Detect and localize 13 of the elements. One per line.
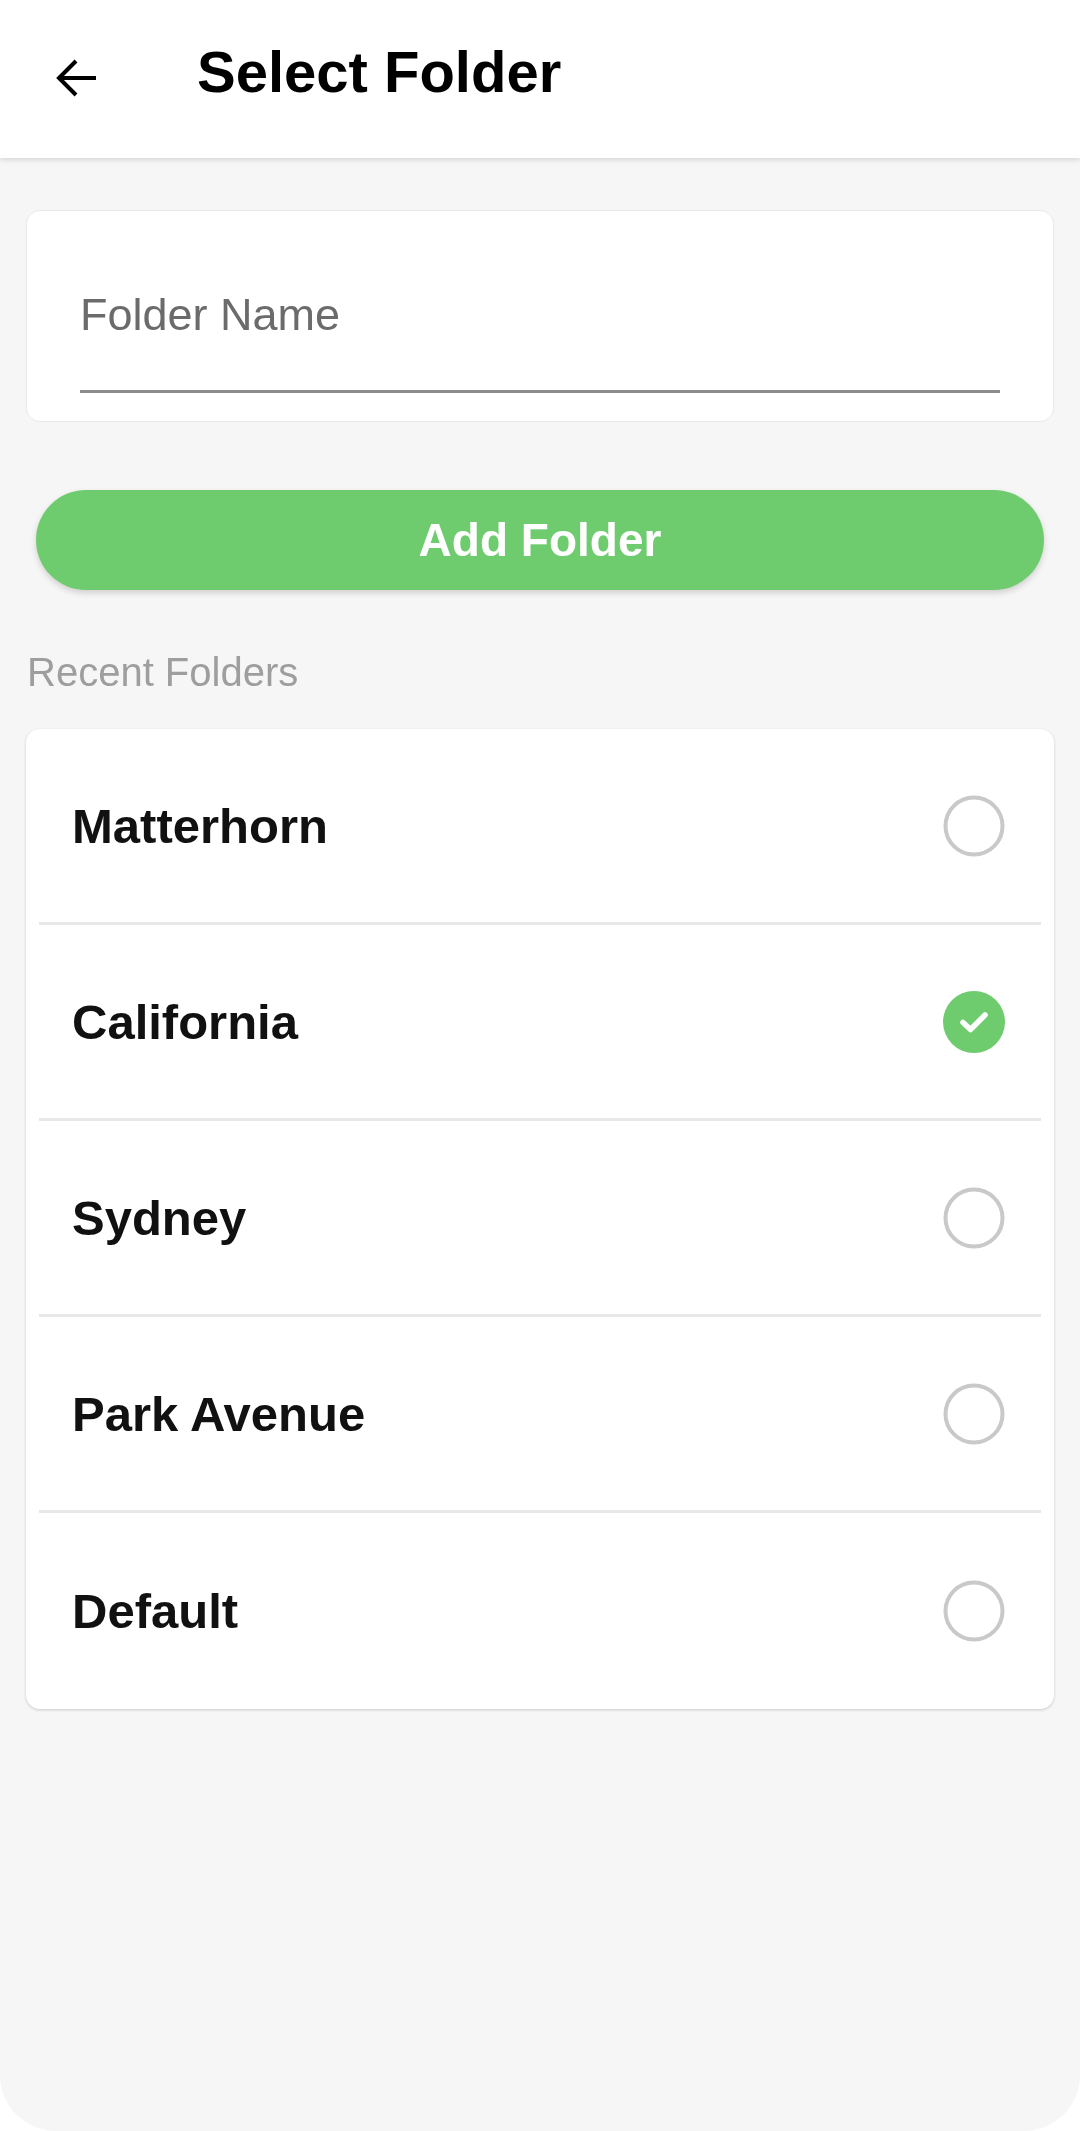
radio-empty-icon[interactable] bbox=[943, 1186, 1005, 1249]
radio-checked-icon[interactable] bbox=[943, 990, 1005, 1053]
radio-empty-icon[interactable] bbox=[943, 1382, 1005, 1445]
folder-name-field[interactable]: Folder Name bbox=[26, 210, 1054, 422]
folder-list-item[interactable]: Default bbox=[39, 1513, 1041, 1709]
folder-list-item[interactable]: Matterhorn bbox=[39, 729, 1041, 925]
folder-list-item[interactable]: California bbox=[39, 925, 1041, 1121]
page-title: Select Folder bbox=[197, 38, 562, 107]
radio-empty-icon[interactable] bbox=[943, 1580, 1005, 1642]
section-title: Recent Folders bbox=[27, 649, 300, 696]
radio-empty-icon[interactable] bbox=[943, 794, 1005, 857]
folder-list-item[interactable]: Sydney bbox=[39, 1121, 1041, 1317]
folder-list-item[interactable]: Park Avenue bbox=[39, 1317, 1041, 1513]
